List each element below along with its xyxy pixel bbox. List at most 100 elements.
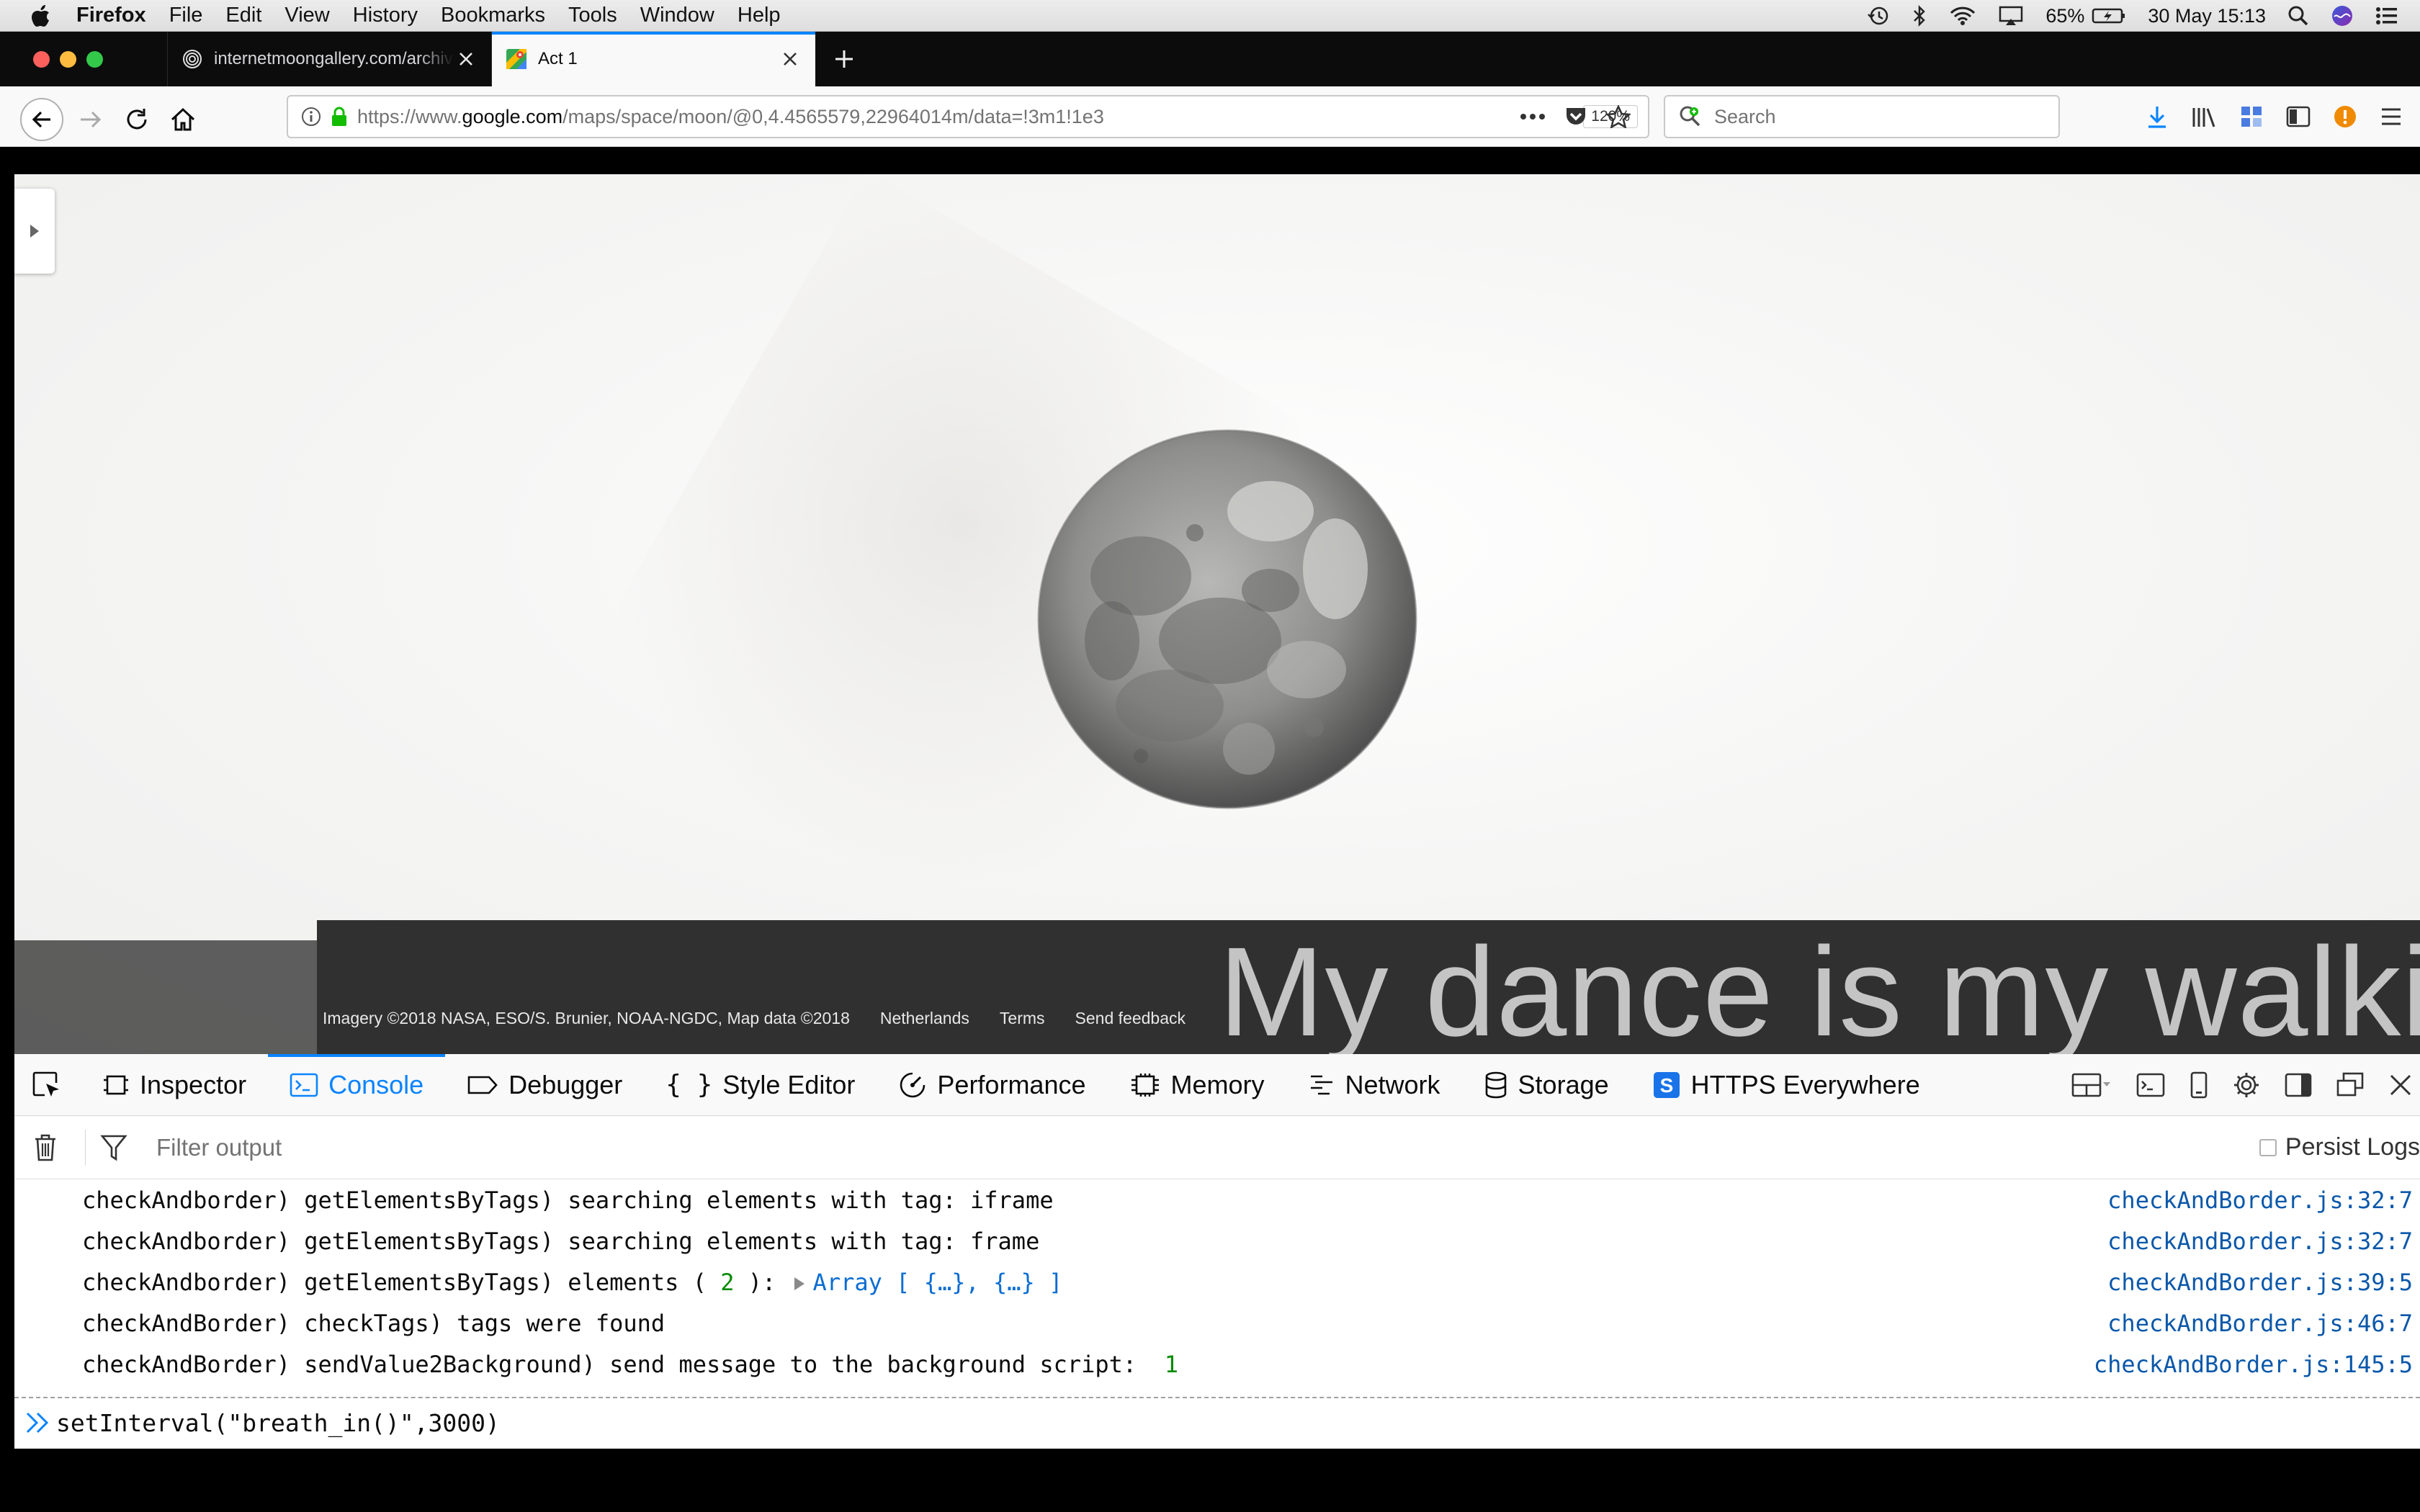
bluetooth-icon[interactable] bbox=[1912, 4, 1927, 27]
expand-triangle-icon[interactable] bbox=[794, 1277, 805, 1290]
style-editor-icon: { } bbox=[666, 1070, 713, 1099]
plus-icon bbox=[835, 50, 853, 68]
airplay-icon[interactable] bbox=[1998, 5, 2024, 27]
window-close-icon[interactable] bbox=[33, 50, 50, 68]
site-info-icon[interactable] bbox=[301, 107, 321, 127]
extension-grid-icon[interactable] bbox=[2240, 105, 2263, 128]
tab-storage[interactable]: Storage bbox=[1462, 1054, 1631, 1116]
clock[interactable]: 30 May 15:13 bbox=[2148, 5, 2266, 27]
log-row: checkAndborder) getElementsByTags) searc… bbox=[14, 1220, 2420, 1261]
tab-debugger[interactable]: Debugger bbox=[445, 1054, 644, 1116]
tab-strip: internetmoongallery.com/archiv Act 1 bbox=[0, 32, 2420, 86]
menu-tools[interactable]: Tools bbox=[568, 4, 617, 27]
inspector-icon bbox=[102, 1071, 130, 1099]
clear-console-icon[interactable] bbox=[33, 1133, 58, 1162]
console-prompt-icon bbox=[24, 1410, 53, 1435]
console-input-text[interactable]: setInterval("breath_in()",3000) bbox=[56, 1409, 500, 1437]
forward-button[interactable] bbox=[68, 96, 114, 143]
console-output: checkAndborder) getElementsByTags) searc… bbox=[14, 1179, 2420, 1395]
persist-logs-checkbox[interactable]: Persist Logs bbox=[2259, 1133, 2420, 1161]
send-feedback-link[interactable]: Send feedback bbox=[1075, 1009, 1186, 1028]
menu-history[interactable]: History bbox=[353, 4, 418, 27]
padlock-icon[interactable] bbox=[330, 106, 349, 127]
spotlight-icon[interactable] bbox=[2287, 5, 2309, 27]
tab-internetmoongallery[interactable]: internetmoongallery.com/archiv bbox=[167, 32, 491, 86]
moon-globe[interactable] bbox=[1033, 425, 1422, 814]
tab-console[interactable]: Console bbox=[268, 1053, 446, 1116]
menu-window[interactable]: Window bbox=[640, 4, 714, 27]
log-source-link[interactable]: checkAndBorder.js:46:7 bbox=[2107, 1310, 2413, 1337]
tab-inspector[interactable]: Inspector bbox=[81, 1054, 268, 1116]
filter-funnel-icon[interactable] bbox=[100, 1133, 127, 1162]
dock-options-icon[interactable] bbox=[2071, 1072, 2112, 1098]
page-actions-menu-icon[interactable] bbox=[1520, 113, 1546, 120]
https-everywhere-icon: S bbox=[1652, 1071, 1681, 1099]
array-object-link[interactable]: Array [ {…}, {…} ] bbox=[813, 1269, 1063, 1296]
bookmark-star-icon[interactable] bbox=[1606, 105, 1631, 128]
checkbox-box[interactable] bbox=[2259, 1138, 2277, 1156]
siri-icon[interactable] bbox=[2331, 4, 2354, 27]
tab-act-1[interactable]: Act 1 bbox=[491, 32, 815, 86]
apple-menu-icon[interactable] bbox=[26, 0, 55, 32]
menu-firefox[interactable]: Firefox bbox=[76, 4, 146, 27]
battery-icon[interactable] bbox=[2092, 7, 2126, 24]
log-number: 2 bbox=[720, 1268, 735, 1296]
wifi-icon[interactable] bbox=[1949, 6, 1976, 26]
window-minimize-icon[interactable] bbox=[60, 50, 76, 68]
library-icon[interactable] bbox=[2191, 105, 2217, 128]
search-bar[interactable]: Search bbox=[1664, 95, 2060, 138]
sidebar-icon[interactable] bbox=[2286, 106, 2311, 127]
new-tab-button[interactable] bbox=[815, 32, 873, 86]
url-text[interactable]: https://www.google.com/maps/space/moon/@… bbox=[357, 106, 1583, 128]
log-source-link[interactable]: checkAndBorder.js:145:5 bbox=[2094, 1351, 2413, 1378]
debugger-icon bbox=[467, 1074, 498, 1096]
window-zoom-icon[interactable] bbox=[86, 50, 103, 68]
log-source-link[interactable]: checkAndBorder.js:32:7 bbox=[2107, 1228, 2413, 1255]
tab-performance[interactable]: Performance bbox=[877, 1054, 1107, 1116]
responsive-design-icon[interactable] bbox=[2190, 1071, 2208, 1099]
log-row: checkAndBorder) checkTags) tags were fou… bbox=[14, 1302, 2420, 1344]
tab-style-editor[interactable]: { } Style Editor bbox=[644, 1054, 877, 1116]
log-source-link[interactable]: checkAndBorder.js:39:5 bbox=[2107, 1269, 2413, 1296]
battery-percent: 65% bbox=[2045, 4, 2085, 27]
log-source-link[interactable]: checkAndBorder.js:32:7 bbox=[2107, 1187, 2413, 1214]
tab-label: internetmoongallery.com/archiv bbox=[214, 49, 453, 68]
terms-link[interactable]: Terms bbox=[1000, 1009, 1045, 1028]
log-message: checkAndborder) getElementsByTags) searc… bbox=[82, 1186, 1054, 1214]
tab-close-icon[interactable] bbox=[454, 47, 478, 71]
tab-close-icon[interactable] bbox=[778, 47, 802, 71]
pocket-icon[interactable] bbox=[1564, 106, 1587, 127]
menu-view[interactable]: View bbox=[284, 4, 329, 27]
menu-help[interactable]: Help bbox=[738, 4, 781, 27]
back-arrow-icon bbox=[20, 98, 63, 141]
map-canvas[interactable]: Imagery ©2018 NASA, ESO/S. Brunier, NOAA… bbox=[14, 174, 2420, 1054]
separate-window-icon[interactable] bbox=[2336, 1072, 2364, 1098]
reload-button[interactable] bbox=[114, 96, 160, 143]
dock-side-icon[interactable] bbox=[2285, 1072, 2312, 1098]
map-controls-shade bbox=[14, 940, 317, 1054]
notification-center-icon[interactable] bbox=[2375, 6, 2398, 26]
url-bar[interactable]: https://www.google.com/maps/space/moon/@… bbox=[287, 95, 1649, 138]
downloads-icon[interactable] bbox=[2146, 104, 2168, 129]
menu-edit[interactable]: Edit bbox=[225, 4, 261, 27]
side-panel-toggle[interactable] bbox=[14, 189, 55, 274]
extension-alert-icon[interactable] bbox=[2334, 105, 2357, 128]
settings-gear-icon[interactable] bbox=[2233, 1071, 2260, 1099]
menu-file[interactable]: File bbox=[169, 4, 203, 27]
element-picker-button[interactable] bbox=[14, 1054, 81, 1116]
tab-memory[interactable]: Memory bbox=[1108, 1054, 1286, 1116]
log-row: checkAndborder) getElementsByTags) eleme… bbox=[14, 1261, 2420, 1302]
tab-https-everywhere[interactable]: S HTTPS Everywhere bbox=[1631, 1054, 1942, 1116]
menu-bookmarks[interactable]: Bookmarks bbox=[441, 4, 545, 27]
log-message: checkAndBorder) checkTags) tags were fou… bbox=[82, 1309, 666, 1337]
region-link[interactable]: Netherlands bbox=[880, 1009, 969, 1028]
tab-network[interactable]: Network bbox=[1286, 1054, 1462, 1116]
console-input[interactable]: setInterval("breath_in()",3000) bbox=[14, 1397, 2420, 1447]
filter-output-input[interactable]: Filter output bbox=[156, 1134, 282, 1161]
hamburger-menu-icon[interactable] bbox=[2380, 107, 2403, 127]
time-machine-icon[interactable] bbox=[1867, 4, 1890, 27]
back-button[interactable] bbox=[19, 96, 65, 143]
close-devtools-icon[interactable] bbox=[2388, 1073, 2413, 1097]
home-button[interactable] bbox=[160, 96, 206, 143]
split-console-icon[interactable] bbox=[2136, 1072, 2165, 1098]
